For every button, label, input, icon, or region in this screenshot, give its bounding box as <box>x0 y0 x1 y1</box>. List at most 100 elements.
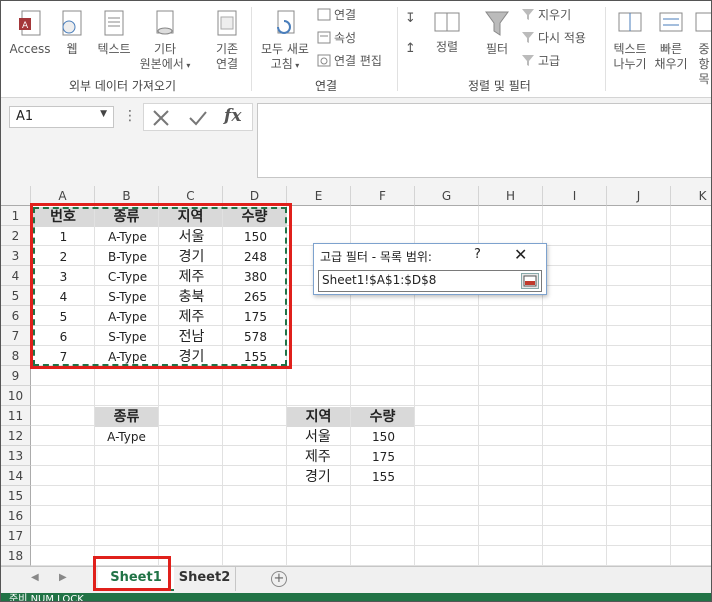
sort-descending-button[interactable]: ↥ <box>405 41 416 57</box>
row-header[interactable]: 11 <box>1 406 31 426</box>
advanced-label: 고급 <box>538 54 561 68</box>
name-box[interactable]: A1 ▼ <box>9 106 114 128</box>
web-icon <box>62 10 82 36</box>
status-bar: 준비 NUM LOCK <box>1 593 711 601</box>
result-quantity-cell[interactable]: 175 <box>352 447 415 467</box>
clear-filter-button[interactable]: 지우기 <box>521 7 571 23</box>
select-all-corner[interactable] <box>1 186 31 206</box>
row-header[interactable]: 13 <box>1 446 31 466</box>
from-text-button[interactable]: 텍스트 <box>93 9 135 57</box>
filter-button[interactable]: 필터 <box>479 9 515 57</box>
access-label: Access <box>9 42 51 56</box>
refresh-all-button[interactable]: 모두 새로 고침 ▾ <box>257 9 313 73</box>
add-sheet-button[interactable]: + <box>271 571 287 587</box>
text-to-columns-icon <box>618 12 642 32</box>
column-header[interactable]: G <box>415 186 479 206</box>
tab-sheet2[interactable]: Sheet2 <box>174 567 236 591</box>
column-header[interactable]: J <box>607 186 671 206</box>
reapply-button[interactable]: 다시 적용 <box>521 30 586 46</box>
advanced-filter-dialog: 고급 필터 - 목록 범위: ? ✕ Sheet1!$A$1:$D$8 <box>313 243 547 295</box>
scroll-tabs-right-icon[interactable]: ▶ <box>59 572 67 583</box>
row-header[interactable]: 10 <box>1 386 31 406</box>
existing-connections-button[interactable]: 기존 연결 <box>209 9 245 72</box>
row-header[interactable]: 17 <box>1 526 31 546</box>
close-button[interactable]: ✕ <box>514 245 527 264</box>
flash-fill-icon <box>659 12 683 32</box>
web-label: 웹 <box>66 42 78 56</box>
help-button[interactable]: ? <box>474 247 481 262</box>
column-header[interactable]: I <box>543 186 607 206</box>
flash-fill-button[interactable]: 빠른 채우기 <box>653 9 689 72</box>
connections-label: 연결 <box>334 8 357 22</box>
row-header[interactable]: 9 <box>1 366 31 386</box>
refresh-icon <box>277 10 295 34</box>
result-header-quantity[interactable]: 수량 <box>351 407 414 427</box>
criteria-header-cell[interactable]: 종류 <box>95 407 158 427</box>
row-header[interactable]: 12 <box>1 426 31 446</box>
row-header[interactable]: 15 <box>1 486 31 506</box>
expand-dialog-icon <box>523 275 537 287</box>
sort-ascending-icon: ↧ <box>405 11 416 26</box>
ribbon-data-tab: A Access 웹 텍스트 기타 원본에서 ▾ 외부 데이터 가져오기 기존 … <box>1 1 711 98</box>
row-header[interactable]: 6 <box>1 306 31 326</box>
row-header[interactable]: 16 <box>1 506 31 526</box>
chevron-down-icon[interactable]: ▼ <box>100 109 107 119</box>
access-button[interactable]: A Access <box>9 9 51 57</box>
result-region-cell[interactable]: 경기 <box>305 467 351 487</box>
list-range-value: Sheet1!$A$1:$D$8 <box>322 273 437 287</box>
result-header-region[interactable]: 지역 <box>287 407 350 427</box>
result-quantity-cell[interactable]: 155 <box>352 467 415 487</box>
scroll-tabs-left-icon[interactable]: ◀ <box>31 572 39 583</box>
column-header[interactable]: K <box>671 186 711 206</box>
properties-icon <box>317 31 331 44</box>
row-header[interactable]: 7 <box>1 326 31 346</box>
enter-check-icon[interactable] <box>188 109 208 127</box>
filter-funnel-icon <box>485 11 509 36</box>
sort-button[interactable]: 정렬 <box>429 9 465 55</box>
row-gridline <box>31 505 711 506</box>
refresh-label-1: 모두 새로 <box>261 42 309 56</box>
column-header[interactable]: H <box>479 186 543 206</box>
group-separator <box>397 7 398 91</box>
text-file-icon <box>104 10 124 36</box>
row-header[interactable]: 18 <box>1 546 31 566</box>
other-sources-button[interactable]: 기타 원본에서 ▾ <box>139 9 191 73</box>
row-header[interactable]: 2 <box>1 226 31 246</box>
column-gridline <box>606 206 607 566</box>
web-button[interactable]: 웹 <box>57 9 87 57</box>
row-header[interactable]: 5 <box>1 286 31 306</box>
text-to-columns-button[interactable]: 텍스트 나누기 <box>609 9 651 72</box>
row-gridline <box>31 385 711 386</box>
result-quantity-cell[interactable]: 150 <box>352 427 415 447</box>
insert-function-button[interactable]: fx <box>224 106 241 126</box>
sort-ascending-button[interactable]: ↧ <box>405 11 416 27</box>
expand-dialog-button[interactable] <box>521 273 539 289</box>
edit-links-button[interactable]: 연결 편집 <box>317 53 382 69</box>
formula-bar-buttons: fx <box>143 103 253 131</box>
row-header[interactable]: 3 <box>1 246 31 266</box>
column-header[interactable]: E <box>287 186 351 206</box>
formula-input[interactable] <box>257 103 711 178</box>
group-label-sort-filter: 정렬 및 필터 <box>468 79 531 93</box>
remove-duplicates-icon <box>695 12 711 32</box>
row-header[interactable]: 8 <box>1 346 31 366</box>
connections-button[interactable]: 연결 <box>317 7 356 23</box>
reapply-label: 다시 적용 <box>538 31 586 45</box>
row-header[interactable]: 1 <box>1 206 31 226</box>
properties-button[interactable]: 속성 <box>317 30 356 46</box>
result-region-cell[interactable]: 제주 <box>305 447 351 467</box>
row-header[interactable]: 4 <box>1 266 31 286</box>
column-header[interactable]: F <box>351 186 415 206</box>
svg-text:A: A <box>22 21 29 31</box>
cancel-icon[interactable] <box>152 109 170 127</box>
result-region-cell[interactable]: 서울 <box>305 427 351 447</box>
existing-label-2: 연결 <box>215 57 239 71</box>
list-range-input[interactable]: Sheet1!$A$1:$D$8 <box>318 270 542 292</box>
formula-bar-area: A1 ▼ ⋮ fx <box>1 98 711 186</box>
refresh-label-2: 고침 <box>270 57 293 71</box>
advanced-filter-button[interactable]: 고급 <box>521 53 560 69</box>
remove-duplicates-button[interactable]: 중 항목 <box>693 9 711 87</box>
sort-label: 정렬 <box>435 40 459 54</box>
row-header[interactable]: 14 <box>1 466 31 486</box>
criteria-value-cell[interactable]: A-Type <box>95 427 158 447</box>
